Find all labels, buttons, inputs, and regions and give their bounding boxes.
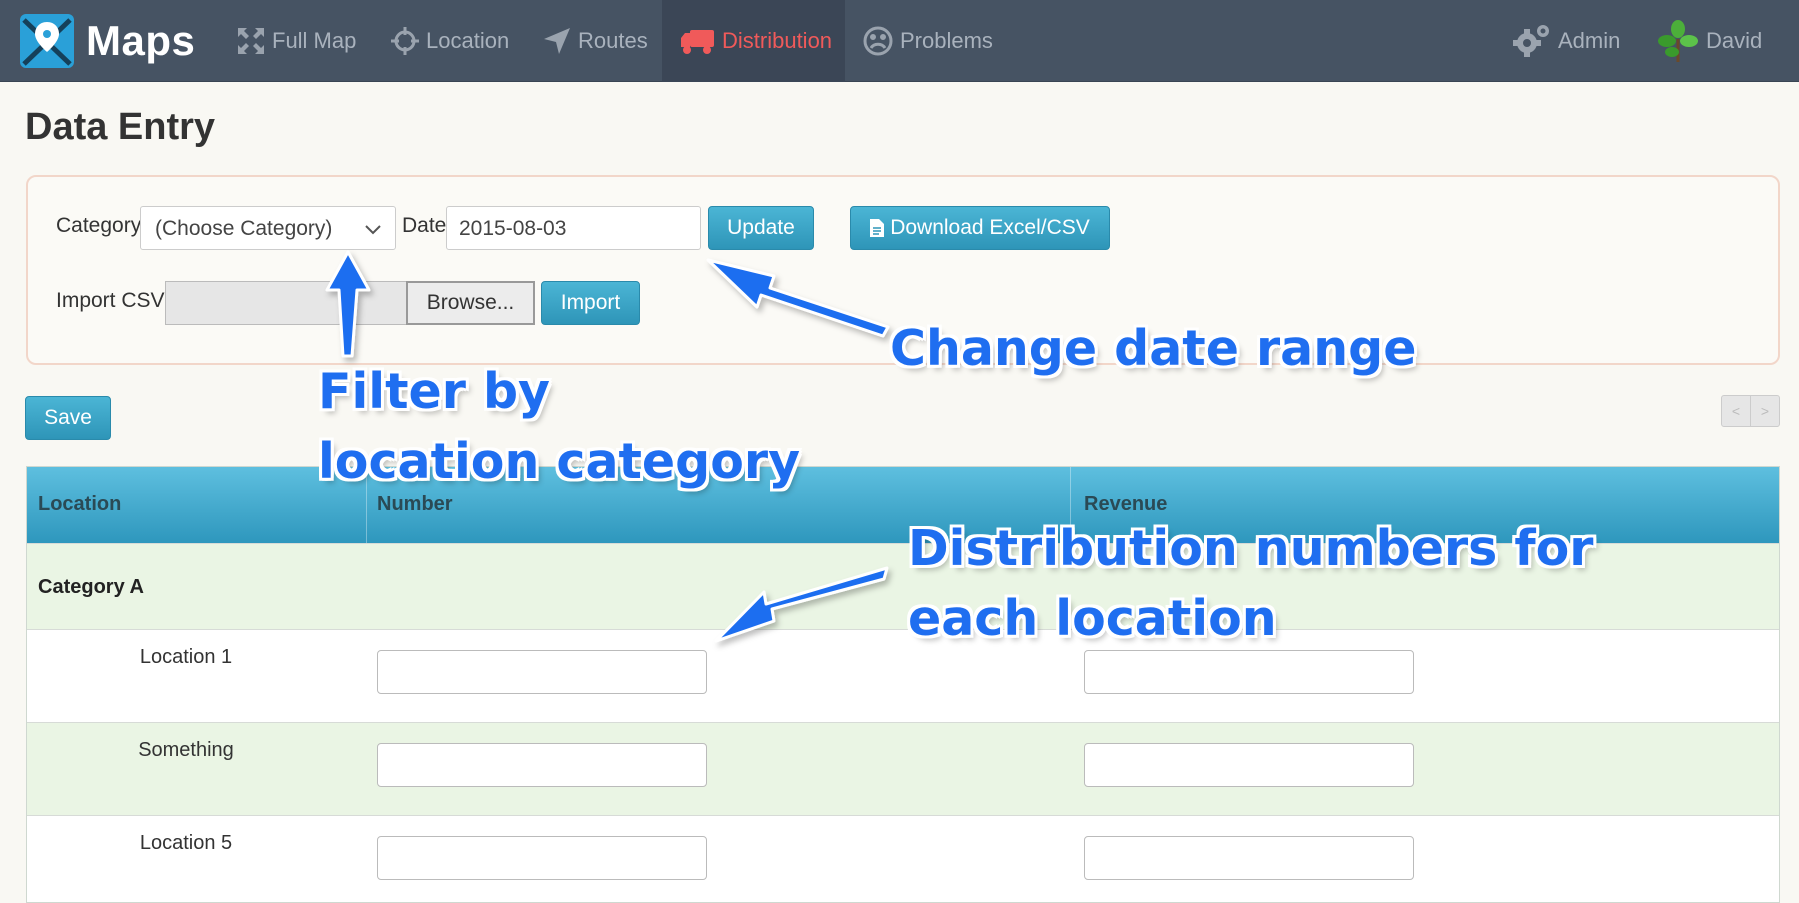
callout-line: Change date range [890,320,1417,377]
callout-line: each location [908,590,1277,647]
arrow-to-number-column [714,566,889,643]
annotation-arrows [325,250,890,643]
callout-line: Filter by [318,363,550,420]
callout-date-range: Change date range [890,314,1416,384]
arrow-to-category-select [325,250,371,358]
callout-distribution-numbers: Distribution numbers for each location [908,514,1593,654]
callout-line: location category [318,433,801,490]
callout-filter-category: Filter by location category [318,357,800,497]
callout-line: Distribution numbers for [908,520,1594,577]
arrow-to-date-input [706,258,890,338]
